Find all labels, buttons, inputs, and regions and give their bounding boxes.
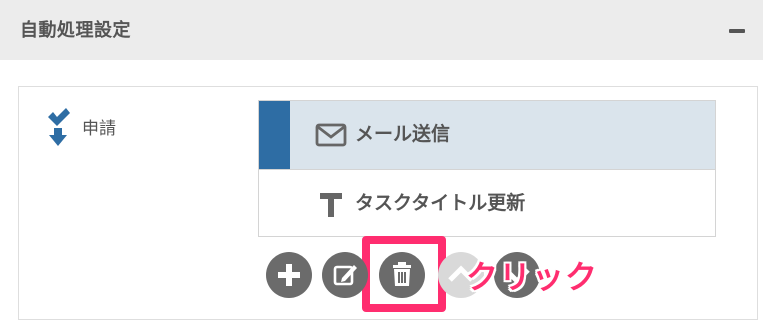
add-button[interactable] <box>266 252 312 298</box>
action-item-update-title[interactable]: タスクタイトル更新 <box>259 170 715 238</box>
action-label: タスクタイトル更新 <box>355 192 526 214</box>
envelope-icon <box>315 123 347 147</box>
action-label: メール送信 <box>355 123 451 145</box>
action-list: メール送信 タスクタイトル更新 <box>258 100 716 237</box>
click-annotation: クリック <box>466 258 599 296</box>
pencil-square-icon <box>333 265 357 286</box>
plus-icon <box>278 264 300 286</box>
check-down-arrow-icon <box>48 108 70 146</box>
trash-icon <box>393 262 411 286</box>
selection-indicator <box>259 101 290 169</box>
edit-button[interactable] <box>322 252 368 298</box>
collapse-button[interactable] <box>726 20 748 42</box>
action-item-send-mail[interactable]: メール送信 <box>259 101 715 169</box>
text-t-icon <box>320 193 342 217</box>
minus-icon <box>729 29 745 33</box>
delete-button[interactable] <box>379 252 425 298</box>
panel-header: 自動処理設定 <box>0 0 763 60</box>
trigger-label: 申請 <box>82 119 116 139</box>
panel-title: 自動処理設定 <box>20 20 131 41</box>
